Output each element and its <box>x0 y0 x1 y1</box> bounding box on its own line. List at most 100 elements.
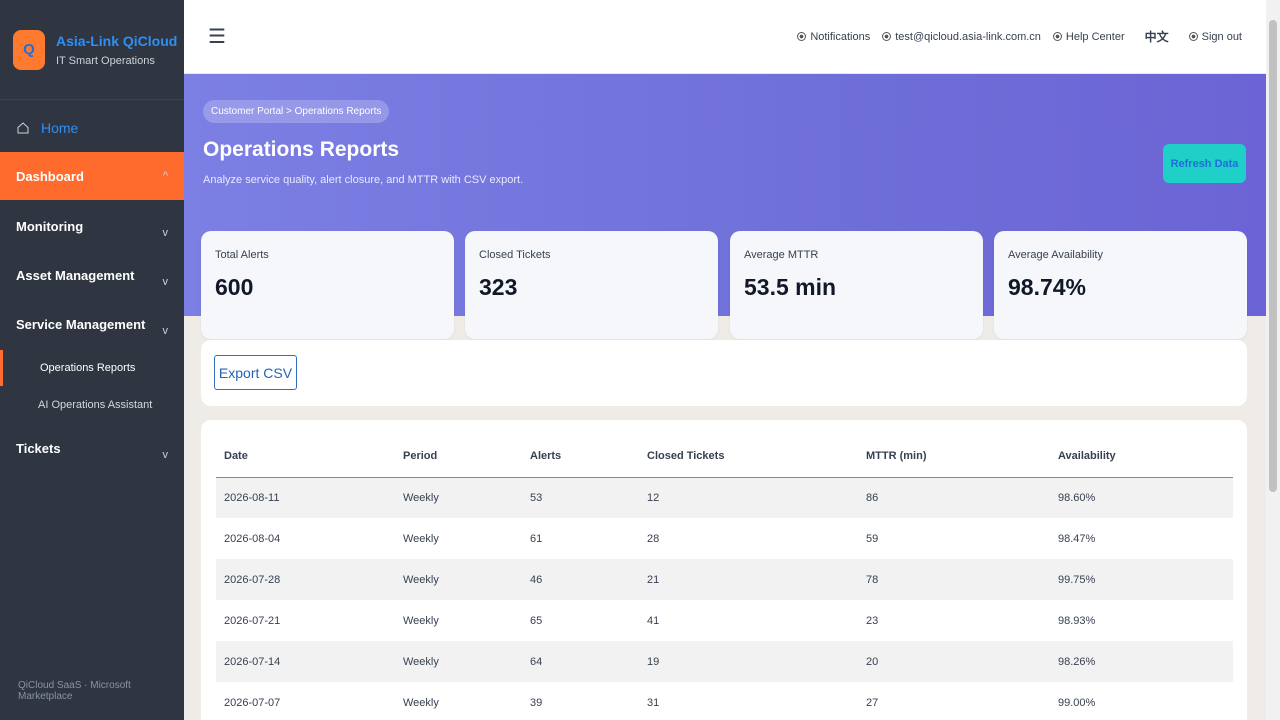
refresh-data-button[interactable]: Refresh Data <box>1163 144 1246 183</box>
table-cell: 19 <box>639 641 858 682</box>
brand-logo: Q <box>13 29 45 70</box>
table-cell: 59 <box>866 532 879 545</box>
chevron-down-icon: v <box>162 276 169 288</box>
table-cell: 64 <box>522 641 639 682</box>
help-center-link[interactable]: Help Center <box>1052 30 1125 43</box>
table-cell: 21 <box>639 559 858 600</box>
user-email: test@qicloud.asia-link.com.cn <box>895 30 1041 43</box>
table-row: 2026-07-21 Weekly 65 41 23 98.93% <box>216 600 1233 641</box>
sidebar-subitem-label: Operations Reports <box>40 362 136 374</box>
column-header-period[interactable]: Period <box>395 436 522 478</box>
card-label: Closed Tickets <box>479 249 551 261</box>
sign-out-link[interactable]: Sign out <box>1188 30 1242 43</box>
table-cell: 98.60% <box>1050 477 1233 518</box>
brand-subtitle: IT Smart Operations <box>56 54 155 67</box>
table-cell: 99.75% <box>1050 559 1233 600</box>
brand: Q Asia-Link QiCloud IT Smart Operations <box>0 0 184 100</box>
table-header-row: Date Period Alerts Closed Tickets MTTR (… <box>216 436 1233 478</box>
table-cell: 39 <box>530 696 543 709</box>
notifications-label: Notifications <box>810 30 871 43</box>
reports-table: Date Period Alerts Closed Tickets MTTR (… <box>216 436 1233 720</box>
column-header-alerts[interactable]: Alerts <box>522 436 639 478</box>
card-value: 53.5 min <box>744 274 837 300</box>
stat-card-average-mttr: Average MTTR 53.5 min <box>730 231 983 339</box>
table-cell: 65 <box>530 614 543 627</box>
help-center-label: Help Center <box>1065 30 1125 43</box>
sidebar-item-label: Service Management <box>16 316 146 332</box>
export-panel: Export CSV <box>201 340 1247 406</box>
table-cell: 98.26% <box>1050 641 1233 682</box>
table-cell: 99.00% <box>1058 696 1096 709</box>
card-value: 323 <box>479 274 518 300</box>
scrollbar-thumb[interactable] <box>1269 20 1277 492</box>
top-links: Notifications test@qicloud.asia-link.com… <box>797 28 1242 45</box>
brand-name: Asia-Link QiCloud <box>56 32 178 49</box>
chevron-down-icon: v <box>162 227 169 239</box>
topbar: ☰ Notifications test@qicloud.asia-link.c… <box>184 0 1266 74</box>
sidebar-item-service-management[interactable]: Service Management v <box>0 300 184 348</box>
table-cell: 20 <box>858 641 1050 682</box>
table-cell: 98.93% <box>1058 614 1096 627</box>
sidebar-item-label: Asset Management <box>16 267 135 283</box>
table-row: 2026-07-28 Weekly 46 21 78 99.75% <box>216 559 1233 600</box>
table-cell: 41 <box>647 614 660 627</box>
export-csv-button[interactable]: Export CSV <box>214 355 297 390</box>
sidebar: Q Asia-Link QiCloud IT Smart Operations … <box>0 0 184 720</box>
sidebar-subitem-label: AI Operations Assistant <box>38 399 153 411</box>
sidebar-subitem-operations-reports[interactable]: Operations Reports <box>0 350 184 386</box>
notifications-link[interactable]: Notifications <box>797 31 870 43</box>
table-cell: Weekly <box>395 559 522 600</box>
home-icon <box>17 122 29 134</box>
table-cell: 2026-07-21 <box>224 614 281 627</box>
stat-card-total-alerts: Total Alerts 600 <box>201 231 454 339</box>
column-header-date[interactable]: Date <box>216 436 395 478</box>
menu-icon[interactable]: ☰ <box>208 24 226 49</box>
table-cell: 27 <box>866 696 879 709</box>
sidebar-item-home[interactable]: Home <box>0 112 184 144</box>
table-cell: 53 <box>522 477 639 518</box>
language-toggle[interactable]: 中文 <box>1145 28 1169 45</box>
column-header-availability[interactable]: Availability <box>1050 436 1233 478</box>
table-cell: 46 <box>522 559 639 600</box>
table-row: 2026-08-11 Weekly 53 12 86 98.60% <box>216 477 1233 518</box>
sidebar-item-tickets[interactable]: Tickets v <box>0 424 184 472</box>
table-cell: 2026-07-14 <box>216 641 395 682</box>
chevron-down-icon: v <box>162 325 169 337</box>
table-cell: 31 <box>647 696 660 709</box>
sidebar-subitem-ai-assistant[interactable]: AI Operations Assistant <box>0 387 184 423</box>
card-label: Average MTTR <box>744 249 819 261</box>
table-row: 2026-07-14 Weekly 64 19 20 98.26% <box>216 641 1233 682</box>
user-icon <box>882 32 892 41</box>
table-cell: Weekly <box>395 477 522 518</box>
sidebar-item-asset-management[interactable]: Asset Management v <box>0 251 184 299</box>
sidebar-item-dashboard[interactable]: Dashboard ^ <box>0 152 184 200</box>
table-cell: 2026-08-04 <box>224 532 281 545</box>
table-cell: Weekly <box>403 532 439 545</box>
table-cell: Weekly <box>395 641 522 682</box>
page-subtitle: Analyze service quality, alert closure, … <box>203 174 524 186</box>
card-value: 600 <box>215 274 254 300</box>
breadcrumb[interactable]: Customer Portal > Operations Reports <box>203 100 390 123</box>
stat-card-average-availability: Average Availability 98.74% <box>994 231 1247 339</box>
help-icon <box>1052 32 1062 41</box>
sign-out-label: Sign out <box>1201 30 1242 43</box>
table-cell: 28 <box>647 532 660 545</box>
table-cell: 98.47% <box>1058 532 1096 545</box>
notifications-icon <box>797 32 807 41</box>
card-label: Total Alerts <box>215 249 269 261</box>
sidebar-item-label: Monitoring <box>16 218 84 234</box>
sidebar-item-monitoring[interactable]: Monitoring v <box>0 202 184 250</box>
page-title: Operations Reports <box>203 138 400 161</box>
card-label: Average Availability <box>1008 249 1103 261</box>
table-cell: Weekly <box>403 614 439 627</box>
sidebar-item-label: Dashboard <box>16 168 84 184</box>
user-email-link[interactable]: test@qicloud.asia-link.com.cn <box>882 31 1041 43</box>
column-header-mttr[interactable]: MTTR (min) <box>858 436 1050 478</box>
chevron-down-icon: v <box>162 449 169 461</box>
sidebar-item-label: Tickets <box>16 440 61 456</box>
chevron-up-icon: ^ <box>162 170 168 182</box>
column-header-closed-tickets[interactable]: Closed Tickets <box>639 436 858 478</box>
page-scrollbar[interactable] <box>1266 0 1280 720</box>
table-cell: 2026-07-07 <box>224 696 281 709</box>
sidebar-footer: QiCloud SaaS · Microsoft Marketplace <box>18 680 131 702</box>
